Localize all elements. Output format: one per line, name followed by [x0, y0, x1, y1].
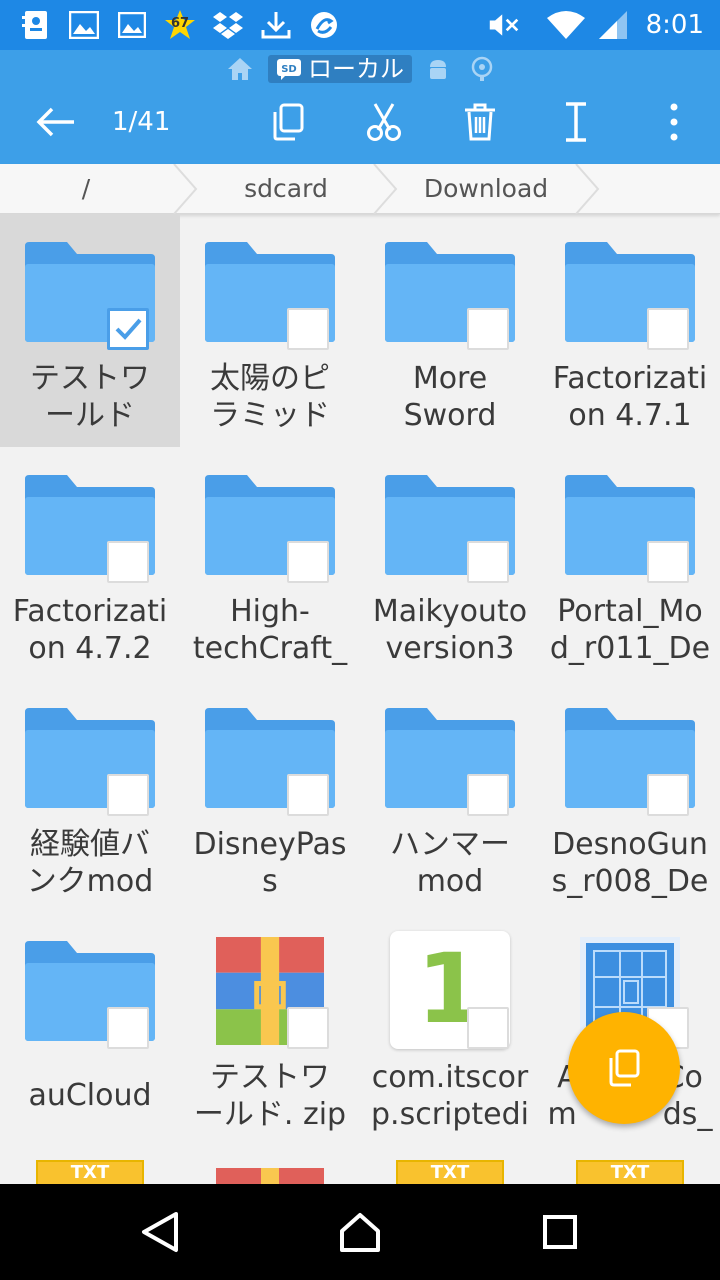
checkbox[interactable] [467, 308, 509, 350]
file-name: auCloud [28, 1078, 152, 1113]
file-item[interactable]: auCloud [0, 913, 180, 1146]
file-item[interactable]: High-techCraft_ [180, 447, 360, 680]
txt-file-icon: TXT [396, 1160, 504, 1184]
zip-archive-icon [216, 1168, 324, 1184]
file-name: com.itscor p.scriptedi [370, 1060, 529, 1132]
txt-badge: TXT [578, 1162, 682, 1184]
file-item[interactable]: 経験値バ ンクmod [0, 680, 180, 913]
android-icon[interactable] [424, 56, 452, 82]
txt-badge: TXT [398, 1162, 502, 1184]
checkbox[interactable] [287, 308, 329, 350]
location-local-tab[interactable]: SD ローカル [268, 55, 412, 83]
file-name: Factorizati on 4.7.1 [552, 361, 708, 433]
checkbox[interactable] [467, 1007, 509, 1049]
svg-text:SD: SD [281, 64, 297, 75]
checkbox[interactable] [287, 1007, 329, 1049]
checkbox[interactable] [107, 1007, 149, 1049]
contacts-card-icon [20, 9, 52, 41]
gallery-icon [68, 9, 100, 41]
mute-icon [488, 9, 520, 41]
paste-fab-button[interactable] [568, 1012, 680, 1124]
txt-file-icon: TXT [576, 1160, 684, 1184]
nav-home-icon[interactable] [330, 1204, 390, 1260]
checkbox[interactable] [647, 308, 689, 350]
file-name: Factorizati on 4.7.2 [12, 594, 168, 666]
home-icon[interactable] [226, 56, 254, 82]
file-item[interactable]: Factorizati on 4.7.2 [0, 447, 180, 680]
copy-icon[interactable] [260, 94, 316, 150]
file-item[interactable]: テストワ ールド. zip [180, 913, 360, 1146]
file-item[interactable]: TXT [0, 1146, 180, 1184]
screen: 67 8:01 SD ローカル 1/41 / sdcard Download テ… [0, 0, 720, 1280]
clock: 8:01 [645, 10, 704, 40]
file-name: DisneyPas s [193, 827, 347, 899]
location-label: ローカル [308, 55, 404, 83]
star-badge-icon: 67 [164, 9, 196, 41]
wifi-icon [546, 9, 586, 41]
file-name: テストワ ールド. zip [193, 1060, 347, 1132]
breadcrumb-sdcard[interactable]: sdcard [196, 164, 376, 214]
checkbox[interactable] [647, 541, 689, 583]
selected-checkbox[interactable] [107, 308, 149, 350]
breadcrumb-root[interactable]: / [0, 164, 172, 214]
image-icon [116, 9, 148, 41]
file-item[interactable]: 1 com.itscor p.scriptedi [360, 913, 540, 1146]
file-item[interactable] [180, 1146, 360, 1184]
dropbox-icon [212, 9, 244, 41]
download-icon [260, 9, 292, 41]
file-item[interactable]: Maikyouto version3 [360, 447, 540, 680]
file-item[interactable]: DisneyPas s [180, 680, 360, 913]
selection-count: 1/41 [112, 107, 171, 137]
file-item[interactable]: Portal_Mo d_r011_De [540, 447, 720, 680]
file-name: DesnoGun s_r008_De [551, 827, 709, 899]
file-item[interactable]: TXT [360, 1146, 540, 1184]
star-badge-count: 67 [170, 16, 190, 31]
checkbox[interactable] [467, 774, 509, 816]
file-name: 太陽のピ ラミッド [210, 361, 330, 433]
copy-icon [609, 1049, 640, 1087]
file-name: テストワ ールド [30, 361, 150, 433]
signal-icon [596, 9, 630, 41]
more-options-icon[interactable] [646, 94, 702, 150]
checkbox[interactable] [647, 774, 689, 816]
app-toolbar: SD ローカル 1/41 [0, 50, 720, 164]
file-item[interactable]: Factorizati on 4.7.1 [540, 214, 720, 447]
txt-file-icon: TXT [36, 1160, 144, 1184]
text-select-icon[interactable] [548, 94, 604, 150]
status-bar: 67 8:01 [0, 0, 720, 50]
breadcrumb-download[interactable]: Download [396, 164, 576, 214]
network-icon[interactable] [468, 56, 496, 82]
checkbox[interactable] [107, 774, 149, 816]
sdcard-icon: SD [277, 59, 301, 80]
chevron-right-icon [575, 164, 600, 214]
file-item[interactable]: ハンマー mod [360, 680, 540, 913]
file-name: Maikyouto version3 [372, 594, 528, 666]
checkbox[interactable] [287, 541, 329, 583]
file-name: High-techCraft_ [192, 594, 348, 666]
back-arrow-icon[interactable] [28, 94, 84, 150]
delete-icon[interactable] [452, 94, 508, 150]
checkbox[interactable] [287, 774, 329, 816]
sync-app-icon [308, 9, 340, 41]
file-item[interactable]: TXT [540, 1146, 720, 1184]
file-name: More Sword [403, 361, 497, 433]
file-name: 経験値バ ンクmod [26, 827, 154, 899]
nav-recents-icon[interactable] [530, 1204, 590, 1260]
checkbox[interactable] [107, 541, 149, 583]
file-item[interactable]: DesnoGun s_r008_De [540, 680, 720, 913]
location-row: SD ローカル [0, 50, 720, 88]
file-name: ハンマー mod [390, 827, 510, 899]
file-item[interactable]: More Sword [360, 214, 540, 447]
cut-icon[interactable] [356, 94, 412, 150]
navigation-bar [0, 1184, 720, 1280]
file-item[interactable]: テストワ ールド [0, 214, 180, 447]
checkbox[interactable] [467, 541, 509, 583]
breadcrumb: / sdcard Download [0, 164, 720, 214]
file-name: Portal_Mo d_r011_De [549, 594, 711, 666]
txt-badge: TXT [38, 1162, 142, 1184]
file-item[interactable]: 太陽のピ ラミッド [180, 214, 360, 447]
nav-back-icon[interactable] [130, 1204, 190, 1260]
